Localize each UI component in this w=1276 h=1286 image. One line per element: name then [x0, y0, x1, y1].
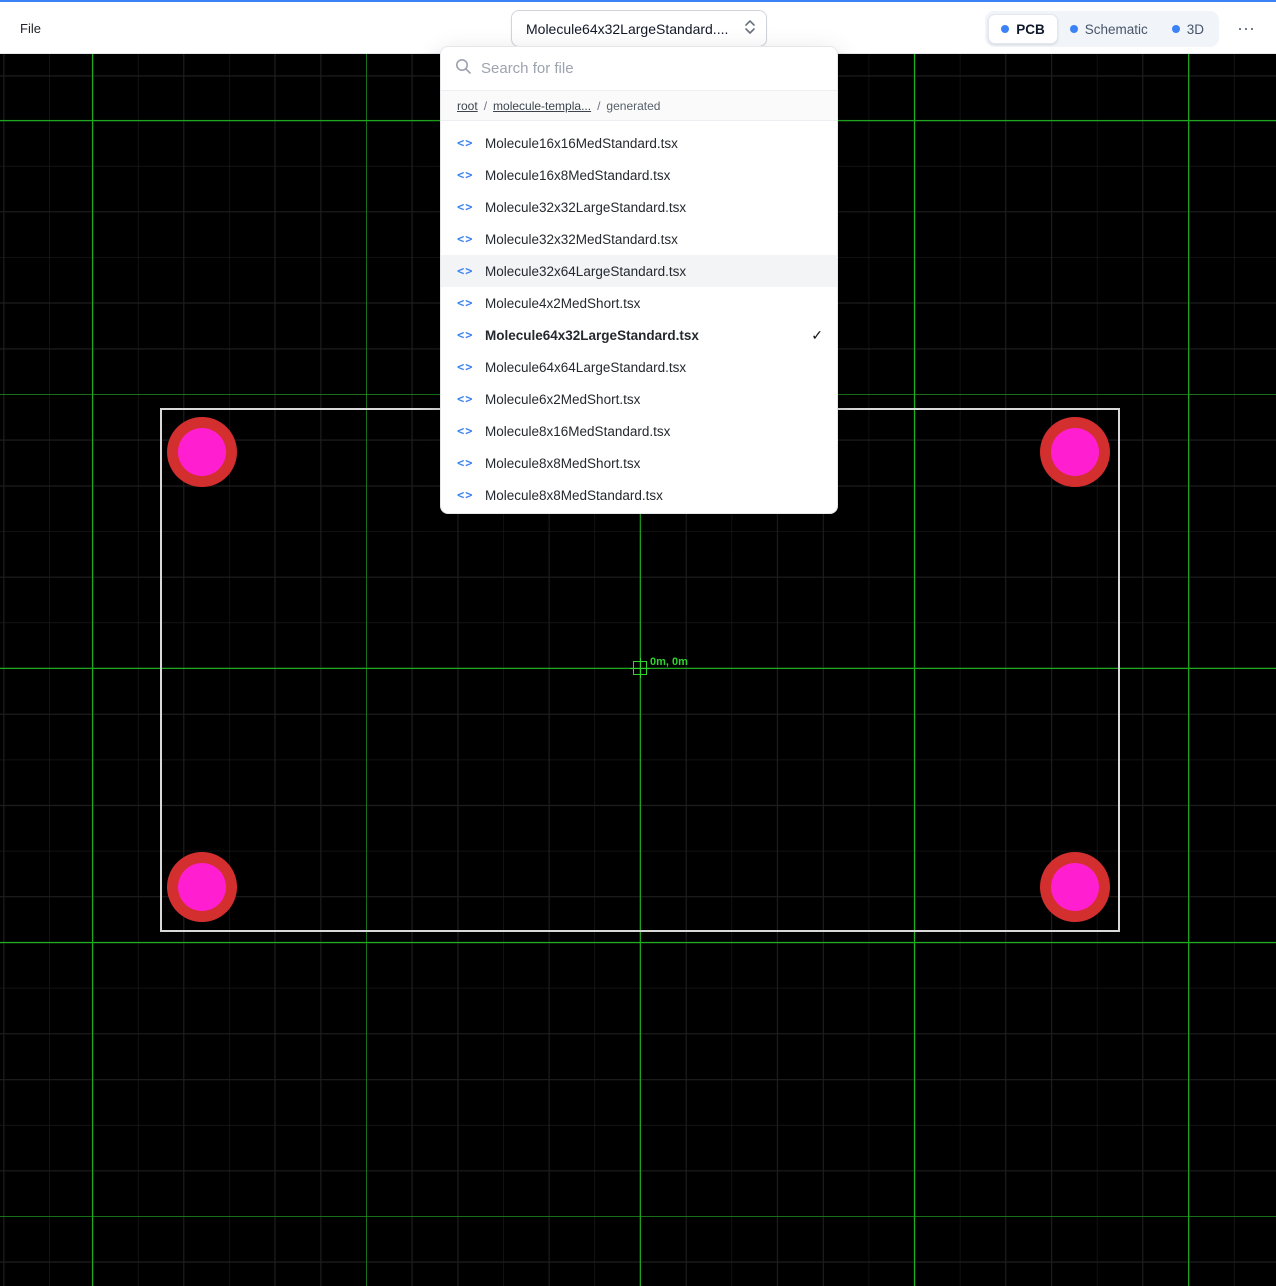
file-list-item[interactable]: <> Molecule6x2MedShort.tsx: [441, 383, 837, 415]
breadcrumb-separator: /: [483, 98, 488, 113]
file-name: Molecule64x32LargeStandard.tsx: [485, 327, 699, 343]
code-file-icon: <>: [457, 168, 474, 182]
file-name: Molecule32x32LargeStandard.tsx: [485, 199, 687, 215]
file-name: Molecule8x8MedShort.tsx: [485, 455, 641, 471]
file-picker-dropdown: root / molecule-templa... / generated <>…: [440, 46, 838, 514]
origin-crosshair-icon: [630, 658, 650, 678]
tab-schematic[interactable]: Schematic: [1058, 14, 1160, 44]
breadcrumb-root-link[interactable]: root: [457, 99, 478, 113]
file-list-item[interactable]: <> Molecule4x2MedShort.tsx: [441, 287, 837, 319]
code-file-icon: <>: [457, 264, 474, 278]
tab-pcb[interactable]: PCB: [988, 14, 1058, 44]
file-list-item[interactable]: <> Molecule16x16MedStandard.tsx: [441, 127, 837, 159]
code-file-icon: <>: [457, 296, 474, 310]
search-input[interactable]: [481, 60, 823, 77]
file-list-item[interactable]: <> Molecule8x8MedStandard.tsx: [441, 479, 837, 511]
file-name: Molecule32x64LargeStandard.tsx: [485, 263, 687, 279]
threed-dot-icon: [1171, 25, 1180, 33]
file-selector-value: Molecule64x32LargeStandard....: [526, 20, 729, 37]
code-file-icon: <>: [457, 456, 474, 470]
check-icon: ✓: [811, 326, 823, 343]
chevron-updown-icon: [744, 19, 756, 38]
file-name: Molecule16x8MedStandard.tsx: [485, 167, 671, 183]
file-list-item[interactable]: <> Molecule64x32LargeStandard.tsx ✓: [441, 319, 837, 351]
file-list-item[interactable]: <> Molecule32x32MedStandard.tsx: [441, 223, 837, 255]
code-file-icon: <>: [457, 392, 474, 406]
file-list-item[interactable]: <> Molecule8x8MedShort.tsx: [441, 447, 837, 479]
breadcrumb-folder-link[interactable]: molecule-templa...: [493, 99, 591, 113]
file-list-item[interactable]: <> Molecule32x32LargeStandard.tsx: [441, 191, 837, 223]
search-icon: [455, 58, 472, 80]
more-options-button[interactable]: ⋯: [1229, 15, 1264, 44]
tab-schematic-label: Schematic: [1084, 21, 1148, 37]
app-window: 0m, 0m File Molecule64x32LargeStandard..…: [0, 0, 1276, 1286]
file-list-item[interactable]: <> Molecule32x64LargeStandard.tsx: [441, 255, 837, 287]
file-list-item[interactable]: <> Molecule16x8MedStandard.tsx: [441, 159, 837, 191]
file-menu-button[interactable]: File: [20, 21, 41, 36]
origin-coordinates-label: 0m, 0m: [650, 656, 688, 668]
pad-top-left[interactable]: [167, 417, 237, 487]
code-file-icon: <>: [457, 200, 474, 214]
file-list: <> Molecule16x16MedStandard.tsx <> Molec…: [441, 121, 837, 513]
tab-pcb-label: PCB: [1016, 21, 1045, 37]
pad-top-right[interactable]: [1040, 417, 1110, 487]
breadcrumb: root / molecule-templa... / generated: [441, 91, 837, 121]
file-name: Molecule64x64LargeStandard.tsx: [485, 359, 687, 375]
file-name: Molecule32x32MedStandard.tsx: [485, 231, 678, 247]
file-name: Molecule4x2MedShort.tsx: [485, 295, 641, 311]
tab-3d-label: 3D: [1186, 21, 1204, 37]
file-name: Molecule6x2MedShort.tsx: [485, 391, 641, 407]
file-name: Molecule8x8MedStandard.tsx: [485, 487, 663, 503]
pad-bottom-left[interactable]: [167, 852, 237, 922]
file-selector-button[interactable]: Molecule64x32LargeStandard....: [511, 10, 767, 47]
code-file-icon: <>: [457, 488, 474, 502]
breadcrumb-separator: /: [597, 98, 601, 113]
code-file-icon: <>: [457, 136, 474, 150]
code-file-icon: <>: [457, 328, 474, 342]
tab-3d[interactable]: 3D: [1160, 14, 1216, 44]
pcb-dot-icon: [1001, 25, 1010, 33]
view-switcher: PCB Schematic 3D ⋯: [985, 11, 1264, 47]
file-name: Molecule16x16MedStandard.tsx: [485, 135, 678, 151]
code-file-icon: <>: [457, 360, 474, 374]
file-list-item[interactable]: <> Molecule64x64LargeStandard.tsx: [441, 351, 837, 383]
file-list-item[interactable]: <> Molecule8x16MedStandard.tsx: [441, 415, 837, 447]
code-file-icon: <>: [457, 424, 474, 438]
search-row: [441, 47, 837, 91]
view-segmented-control: PCB Schematic 3D: [985, 11, 1219, 47]
file-name: Molecule8x16MedStandard.tsx: [485, 423, 671, 439]
pad-bottom-right[interactable]: [1040, 852, 1110, 922]
schematic-dot-icon: [1069, 25, 1078, 33]
code-file-icon: <>: [457, 232, 474, 246]
breadcrumb-current-folder: generated: [606, 98, 661, 113]
